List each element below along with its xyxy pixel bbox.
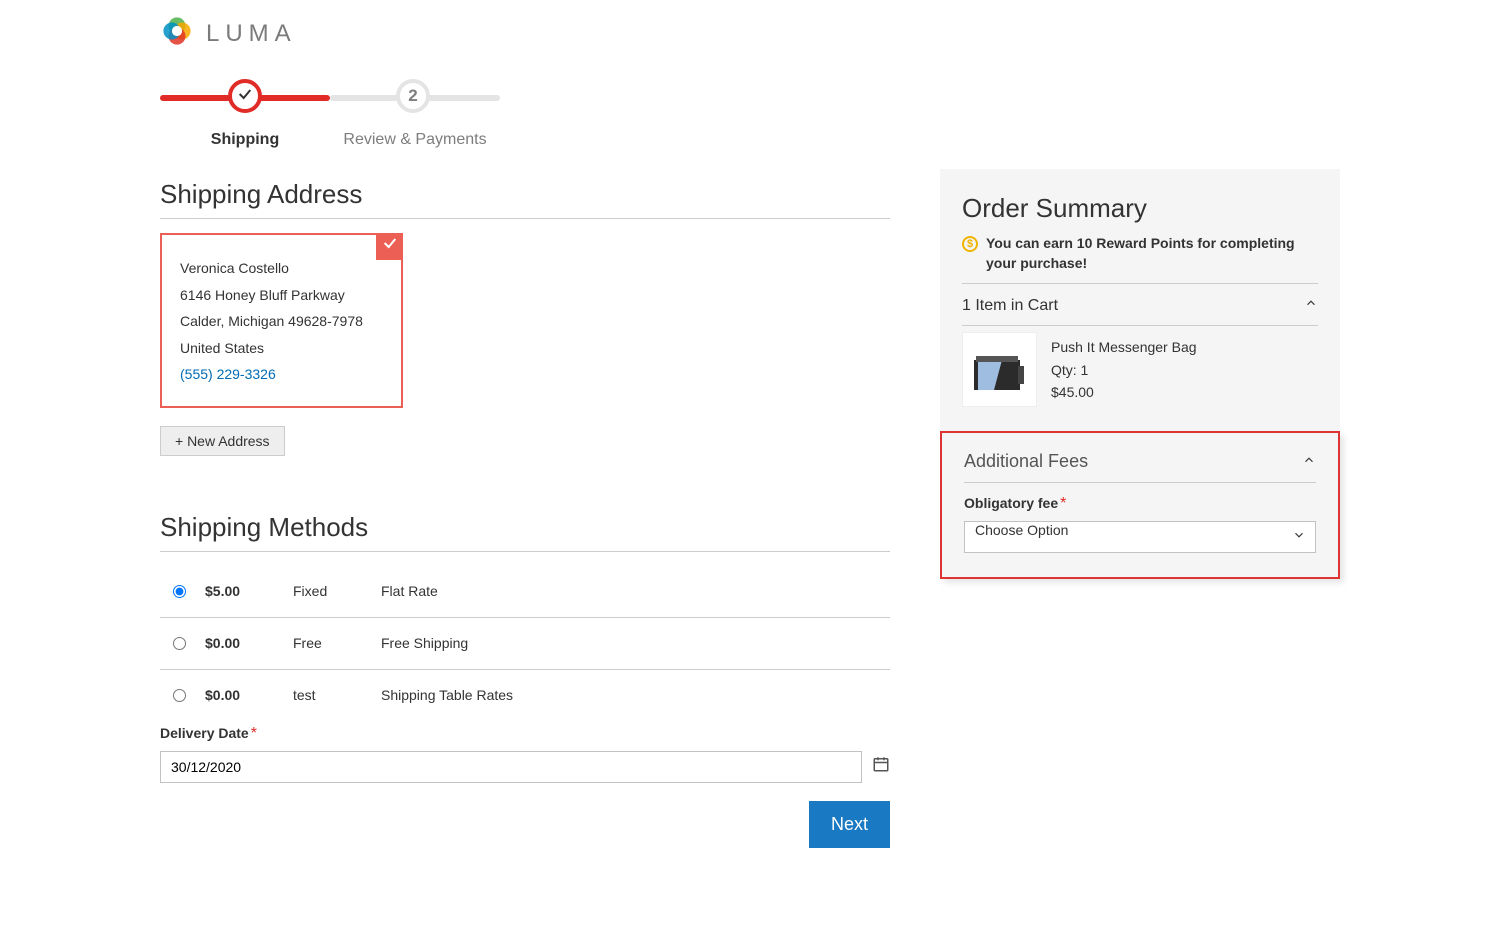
check-icon xyxy=(382,233,398,260)
step-labels: Shipping Review & Payments xyxy=(160,131,500,149)
shipping-method-row[interactable]: $5.00 Fixed Flat Rate xyxy=(160,566,890,618)
logo[interactable]: LUMA xyxy=(160,14,1340,53)
calendar-icon[interactable] xyxy=(872,755,890,778)
shipping-carrier: test xyxy=(285,669,373,721)
header: LUMA xyxy=(160,0,1340,59)
shipping-methods-title: Shipping Methods xyxy=(160,512,890,543)
cart-item-price: $45.00 xyxy=(1051,381,1197,403)
shipping-price: $5.00 xyxy=(197,566,285,618)
chevron-up-icon xyxy=(1304,296,1318,315)
shipping-radio-free[interactable] xyxy=(173,637,186,650)
shipping-method-row[interactable]: $0.00 Free Free Shipping xyxy=(160,617,890,669)
obligatory-fee-select[interactable]: Choose Option xyxy=(964,521,1316,553)
delivery-date-input[interactable] xyxy=(160,751,862,783)
reward-text-bold: 10 Reward Points xyxy=(1077,235,1194,251)
cart-items-title: 1 Item in Cart xyxy=(962,297,1058,315)
cart-item-thumbnail[interactable] xyxy=(962,332,1037,407)
reward-icon: $ xyxy=(962,236,978,252)
order-summary-title: Order Summary xyxy=(962,193,1318,224)
step-shipping-label[interactable]: Shipping xyxy=(160,131,330,149)
delivery-date-label: Delivery Date xyxy=(160,725,249,741)
address-phone-link[interactable]: (555) 229-3326 xyxy=(180,361,383,388)
cart-item: Push It Messenger Bag Qty: 1 $45.00 xyxy=(962,325,1318,407)
shipping-method: Free Shipping xyxy=(373,617,890,669)
required-marker: * xyxy=(251,725,257,742)
address-country: United States xyxy=(180,335,383,362)
address-card-selected[interactable]: Veronica Costello 6146 Honey Bluff Parkw… xyxy=(160,233,403,408)
check-icon xyxy=(237,86,253,107)
cart-items-toggle[interactable]: 1 Item in Cart xyxy=(962,283,1318,325)
divider xyxy=(160,551,890,552)
required-marker: * xyxy=(1060,495,1066,512)
obligatory-fee-selected-option: Choose Option xyxy=(975,522,1068,538)
next-button[interactable]: Next xyxy=(809,801,890,848)
shipping-method: Shipping Table Rates xyxy=(373,669,890,721)
shipping-carrier: Free xyxy=(285,617,373,669)
cart-item-name: Push It Messenger Bag xyxy=(1051,336,1197,358)
additional-fees-toggle[interactable]: Additional Fees xyxy=(964,433,1316,483)
cart-item-qty: Qty: 1 xyxy=(1051,359,1197,381)
additional-fees-title: Additional Fees xyxy=(964,451,1088,472)
chevron-up-icon xyxy=(1302,451,1316,472)
shipping-method: Flat Rate xyxy=(373,566,890,618)
reward-points-message: $ You can earn 10 Reward Points for comp… xyxy=(962,234,1318,273)
address-name: Veronica Costello xyxy=(180,255,383,282)
step-review-label[interactable]: Review & Payments xyxy=(330,131,500,149)
divider xyxy=(160,218,890,219)
step-shipping-node[interactable] xyxy=(228,79,262,113)
address-street: 6146 Honey Bluff Parkway xyxy=(180,282,383,309)
address-selected-check xyxy=(376,233,403,260)
order-summary: Order Summary $ You can earn 10 Reward P… xyxy=(940,169,1340,431)
obligatory-fee-label: Obligatory fee xyxy=(964,495,1058,511)
shipping-price: $0.00 xyxy=(197,669,285,721)
address-city: Calder, Michigan 49628-7978 xyxy=(180,308,383,335)
shipping-method-row[interactable]: $0.00 test Shipping Table Rates xyxy=(160,669,890,721)
checkout-progress: 2 xyxy=(160,79,500,119)
shipping-price: $0.00 xyxy=(197,617,285,669)
reward-text-pre: You can earn xyxy=(986,235,1077,251)
logo-text: LUMA xyxy=(206,20,297,48)
logo-icon xyxy=(160,14,194,53)
additional-fees-panel: Additional Fees Obligatory fee* Choose O… xyxy=(940,431,1340,579)
shipping-address-title: Shipping Address xyxy=(160,179,890,210)
shipping-methods-table: $5.00 Fixed Flat Rate $0.00 Free Free Sh… xyxy=(160,566,890,721)
new-address-button[interactable]: + New Address xyxy=(160,426,285,456)
step-review-node[interactable]: 2 xyxy=(396,79,430,113)
shipping-carrier: Fixed xyxy=(285,566,373,618)
shipping-radio-tablerates[interactable] xyxy=(173,689,186,702)
shipping-radio-flatrate[interactable] xyxy=(173,585,186,598)
